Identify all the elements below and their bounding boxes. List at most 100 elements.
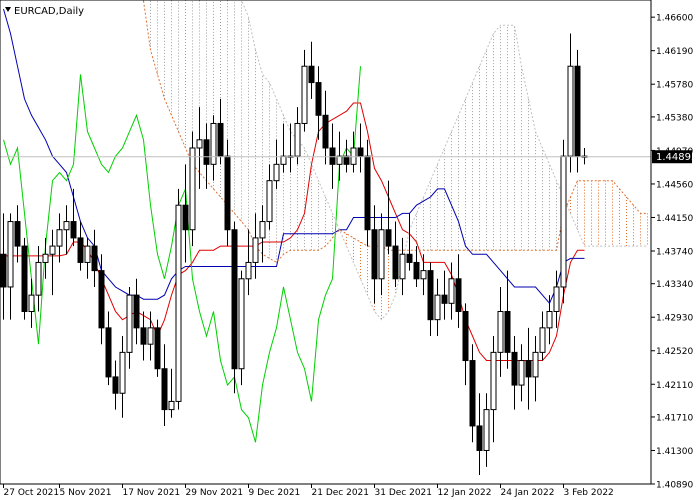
- x-tick-label: 29 Nov 2021: [186, 488, 244, 498]
- candle-body: [315, 82, 322, 116]
- candle-body: [322, 114, 329, 149]
- candle-body: [511, 351, 518, 386]
- candle-body: [63, 221, 70, 231]
- candle-body: [182, 204, 189, 231]
- candle-body: [455, 278, 462, 312]
- candle-body: [385, 229, 392, 247]
- candle-body: [7, 221, 14, 288]
- x-tick-label: 9 Dec 2021: [249, 488, 301, 498]
- candle-body: [49, 245, 56, 255]
- y-tick-label: 1.42520: [656, 347, 693, 357]
- candle-body: [91, 245, 98, 272]
- candle-body: [469, 360, 476, 427]
- x-tick-label: 31 Dec 2021: [375, 488, 433, 498]
- candle: [364, 139, 371, 247]
- candle-body: [154, 327, 161, 370]
- candle-body: [329, 147, 336, 165]
- candle-body: [280, 155, 287, 165]
- y-tick-label: 1.44560: [656, 180, 693, 190]
- x-tick-label: 5 Nov 2021: [60, 488, 112, 498]
- candle-body: [273, 163, 280, 182]
- y-tick-label: 1.44150: [656, 214, 693, 224]
- candle-body: [301, 65, 308, 124]
- y-tick-label: 1.43740: [656, 247, 693, 257]
- candle-body: [196, 139, 203, 149]
- candle-body: [238, 278, 245, 370]
- candle-body: [399, 253, 406, 280]
- candle-body: [161, 368, 168, 411]
- candle-body: [245, 261, 252, 280]
- candle-body: [217, 122, 224, 157]
- y-axis: 1.466001.461901.457801.453801.449701.445…: [651, 14, 693, 491]
- chart-title: EURCAD,Daily: [5, 6, 84, 17]
- candle: [238, 270, 245, 386]
- candle-body: [497, 310, 504, 353]
- candle-body: [490, 351, 497, 411]
- y-tick-label: 1.46600: [656, 14, 693, 24]
- candle-body: [84, 245, 91, 263]
- candle-body: [105, 327, 112, 378]
- candle-body: [371, 229, 378, 280]
- y-tick-label: 1.45780: [656, 81, 693, 91]
- candle: [175, 188, 182, 410]
- candle: [231, 221, 238, 394]
- candle-body: [357, 147, 364, 157]
- candle-body: [539, 327, 546, 353]
- candle-body: [476, 425, 483, 451]
- x-tick-label: 12 Jan 2022: [438, 488, 492, 498]
- candle-body: [168, 400, 175, 411]
- candle-body: [504, 310, 511, 353]
- candle-body: [70, 221, 77, 239]
- candle-body: [0, 253, 7, 288]
- candle-body: [350, 147, 357, 165]
- candle-body: [567, 65, 574, 157]
- candle-body: [56, 229, 63, 247]
- candle-body: [441, 294, 448, 304]
- candle-body: [574, 65, 581, 157]
- x-tick-label: 27 Oct 2021: [4, 488, 60, 498]
- candle-body: [532, 351, 539, 378]
- candle-body: [175, 204, 182, 402]
- symbol-label: EURCAD,Daily: [14, 6, 84, 17]
- x-tick-label: 21 Dec 2021: [312, 488, 370, 498]
- candle-body: [448, 278, 455, 304]
- candle-body: [434, 294, 441, 321]
- candle-body: [14, 221, 21, 247]
- candle-body: [203, 139, 210, 165]
- chart-background: [0, 0, 700, 500]
- candle: [560, 139, 567, 304]
- x-tick-label: 3 Feb 2022: [564, 488, 614, 498]
- candle-body: [21, 245, 28, 312]
- candle: [189, 131, 196, 247]
- candle-body: [112, 376, 119, 394]
- candle-body: [210, 122, 217, 165]
- candle: [154, 319, 161, 377]
- candle-body: [189, 147, 196, 231]
- price-tag: 1.44893: [652, 150, 697, 164]
- candle-body: [252, 237, 259, 263]
- candle-body: [518, 360, 525, 386]
- candle-body: [35, 261, 42, 296]
- candle-body: [560, 155, 567, 288]
- y-tick-label: 1.45380: [656, 113, 693, 123]
- candle-body: [462, 310, 469, 362]
- x-tick-label: 24 Jan 2022: [501, 488, 555, 498]
- ichimoku-chart: 1.466001.461901.457801.453801.449701.445…: [0, 0, 700, 500]
- candle-body: [392, 245, 399, 280]
- candle-body: [378, 229, 385, 280]
- candle-body: [364, 155, 371, 231]
- candle-body: [77, 237, 84, 263]
- candle-body: [231, 229, 238, 370]
- candle-body: [42, 253, 49, 263]
- candle-body: [406, 253, 413, 263]
- candle-body: [259, 221, 266, 239]
- y-tick-label: 1.43340: [656, 280, 693, 290]
- x-tick-label: 17 Nov 2021: [123, 488, 181, 498]
- candle-body: [28, 294, 35, 312]
- candle-body: [224, 155, 231, 231]
- candle-body: [147, 327, 154, 345]
- candle-body: [98, 270, 105, 329]
- candle-body: [483, 409, 490, 451]
- y-tick-label: 1.42930: [656, 314, 693, 324]
- candle-body: [308, 65, 315, 84]
